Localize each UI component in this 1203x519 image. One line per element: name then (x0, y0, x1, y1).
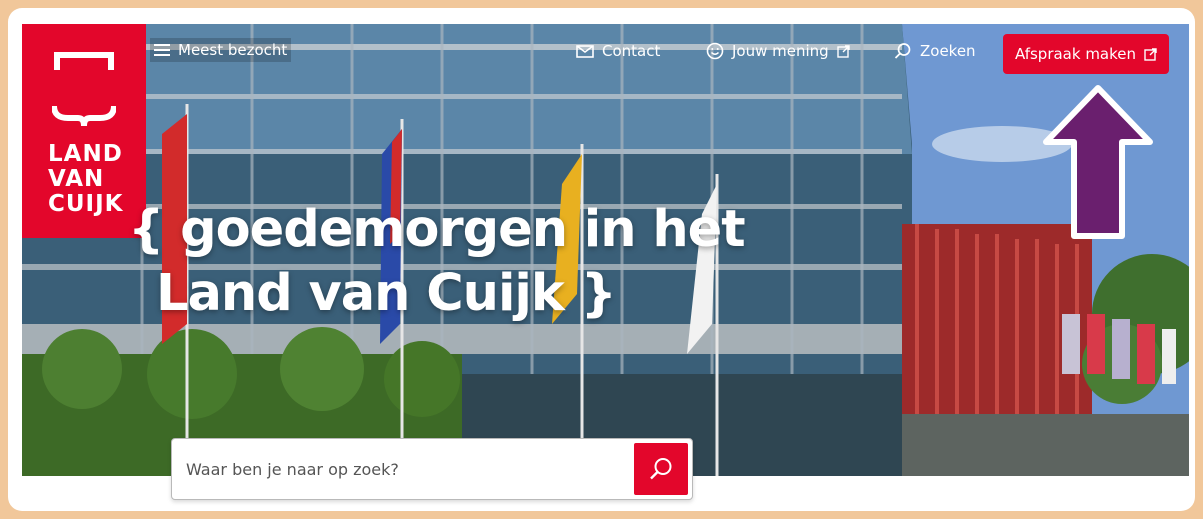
top-navigation: Meest bezocht Contact Jouw mening Zoeken… (8, 34, 1195, 74)
contact-link[interactable]: Contact (576, 42, 660, 60)
hero-headline-line1: { goedemorgen in het (128, 200, 746, 259)
annotation-arrow-icon (1043, 85, 1153, 239)
search-submit-button[interactable] (634, 443, 688, 495)
hero-headline: { goedemorgen in het Land van Cuijk } (128, 198, 746, 326)
logo-brace-shape (52, 105, 116, 127)
hero-headline-line2: Land van Cuijk } (156, 264, 617, 323)
opinion-label: Jouw mening (732, 42, 829, 60)
mail-icon (576, 44, 594, 58)
search-icon (894, 43, 911, 59)
search-input[interactable] (186, 455, 616, 483)
make-appointment-label: Afspraak maken (1014, 45, 1137, 63)
contact-label: Contact (602, 42, 661, 60)
logo-word-van: VAN (48, 166, 105, 192)
search-label: Zoeken (920, 42, 976, 60)
page-frame: LAND VAN CUIJK Meest bezocht Contact Jou… (8, 8, 1195, 511)
most-visited-menu-button[interactable]: Meest bezocht (150, 38, 292, 62)
search-icon (650, 458, 672, 480)
site-search-bar (171, 438, 693, 500)
menu-icon (154, 44, 170, 56)
smiley-icon (706, 42, 724, 60)
opinion-link[interactable]: Jouw mening (706, 42, 850, 60)
search-link[interactable]: Zoeken (894, 42, 976, 60)
most-visited-label: Meest bezocht (178, 41, 288, 59)
make-appointment-button[interactable]: Afspraak maken (1003, 34, 1169, 74)
logo-word-land: LAND (48, 141, 123, 167)
external-link-icon (836, 44, 850, 58)
external-link-icon (1144, 47, 1157, 61)
logo-word-cuijk: CUIJK (48, 191, 124, 217)
